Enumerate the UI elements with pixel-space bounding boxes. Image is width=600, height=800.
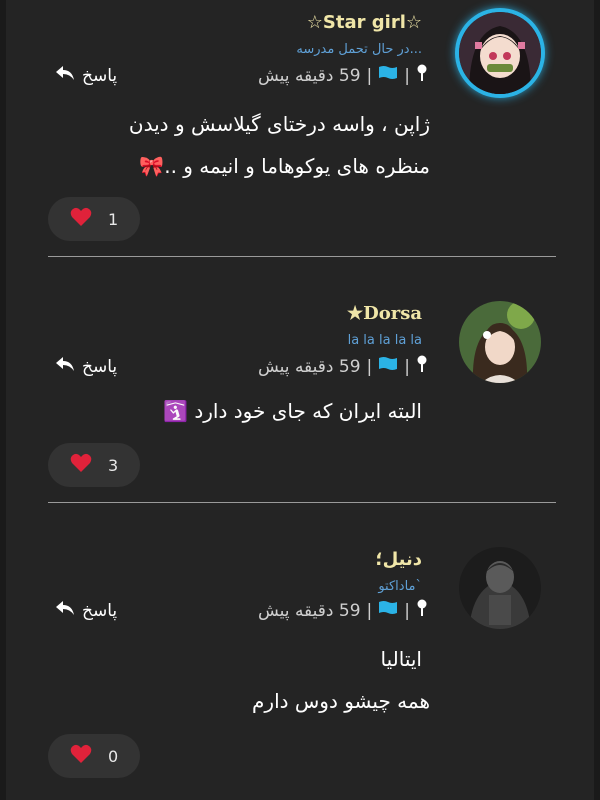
- separator: |: [404, 65, 410, 86]
- reply-button[interactable]: پاسخ: [54, 64, 117, 87]
- reply-label: پاسخ: [82, 600, 118, 621]
- separator: |: [366, 65, 373, 86]
- comment-meta: | | 59 دقیقه پیش: [258, 355, 428, 378]
- timestamp: 59 دقیقه پیش: [258, 600, 361, 621]
- heart-icon: [70, 207, 92, 231]
- reply-button[interactable]: پاسخ: [54, 599, 117, 622]
- pin-icon: [416, 355, 428, 378]
- username[interactable]: ☆Star girl☆: [307, 12, 422, 33]
- reply-label: پاسخ: [82, 356, 118, 377]
- pin-icon: [416, 64, 428, 87]
- avatar-image: [459, 301, 541, 383]
- separator: |: [404, 356, 410, 377]
- like-count: 3: [108, 455, 119, 475]
- comment-text-line: ایتالیا: [380, 647, 422, 671]
- separator: |: [366, 600, 373, 621]
- comment-card: ★Dorsa la la la la la | | 59 دقیقه پیش پ…: [0, 257, 600, 502]
- avatar[interactable]: [459, 547, 541, 629]
- user-status: در حال تحمل مدرسه...: [296, 42, 422, 57]
- comment-text-line: همه چیشو دوس دارم: [252, 689, 430, 713]
- like-count: 0: [108, 746, 119, 766]
- timestamp: 59 دقیقه پیش: [258, 356, 361, 377]
- comment-card: دنیل؛ ماداکتو` | | 59 دقیقه پیش پاسخ ایت…: [0, 503, 600, 800]
- heart-icon: [70, 453, 92, 477]
- comment-text-line: ژاپن ، واسه درختای گیلاسش و دیدن: [128, 112, 430, 136]
- like-count: 1: [108, 209, 119, 229]
- reply-label: پاسخ: [82, 65, 118, 86]
- like-button[interactable]: 0: [48, 734, 140, 778]
- flag-icon: [378, 65, 398, 86]
- avatar-image: [459, 547, 541, 629]
- separator: |: [366, 356, 373, 377]
- comment-card: ☆Star girl☆ در حال تحمل مدرسه... | | 59 …: [0, 0, 600, 256]
- comment-text-line: البته ایران که جای خود دارد 🛐: [163, 399, 422, 423]
- reply-arrow-icon: [54, 64, 76, 87]
- username[interactable]: دنیل؛: [375, 549, 422, 570]
- user-status: ماداکتو`: [378, 579, 422, 594]
- heart-icon: [70, 744, 92, 768]
- avatar-image: [459, 12, 541, 94]
- reply-arrow-icon: [54, 599, 76, 622]
- separator: |: [404, 600, 410, 621]
- reply-arrow-icon: [54, 355, 76, 378]
- avatar[interactable]: [459, 12, 541, 94]
- comment-text-line: منظره های یوکوهاما و انیمه و ..🎀: [139, 154, 430, 178]
- flag-icon: [378, 600, 398, 621]
- like-button[interactable]: 3: [48, 443, 140, 487]
- user-status: la la la la la: [347, 333, 422, 348]
- timestamp: 59 دقیقه پیش: [258, 65, 361, 86]
- flag-icon: [378, 356, 398, 377]
- avatar[interactable]: [459, 301, 541, 383]
- comment-meta: | | 59 دقیقه پیش: [258, 64, 428, 87]
- like-button[interactable]: 1: [48, 197, 140, 241]
- pin-icon: [416, 599, 428, 622]
- reply-button[interactable]: پاسخ: [54, 355, 117, 378]
- comment-meta: | | 59 دقیقه پیش: [258, 599, 428, 622]
- username[interactable]: ★Dorsa: [347, 303, 422, 324]
